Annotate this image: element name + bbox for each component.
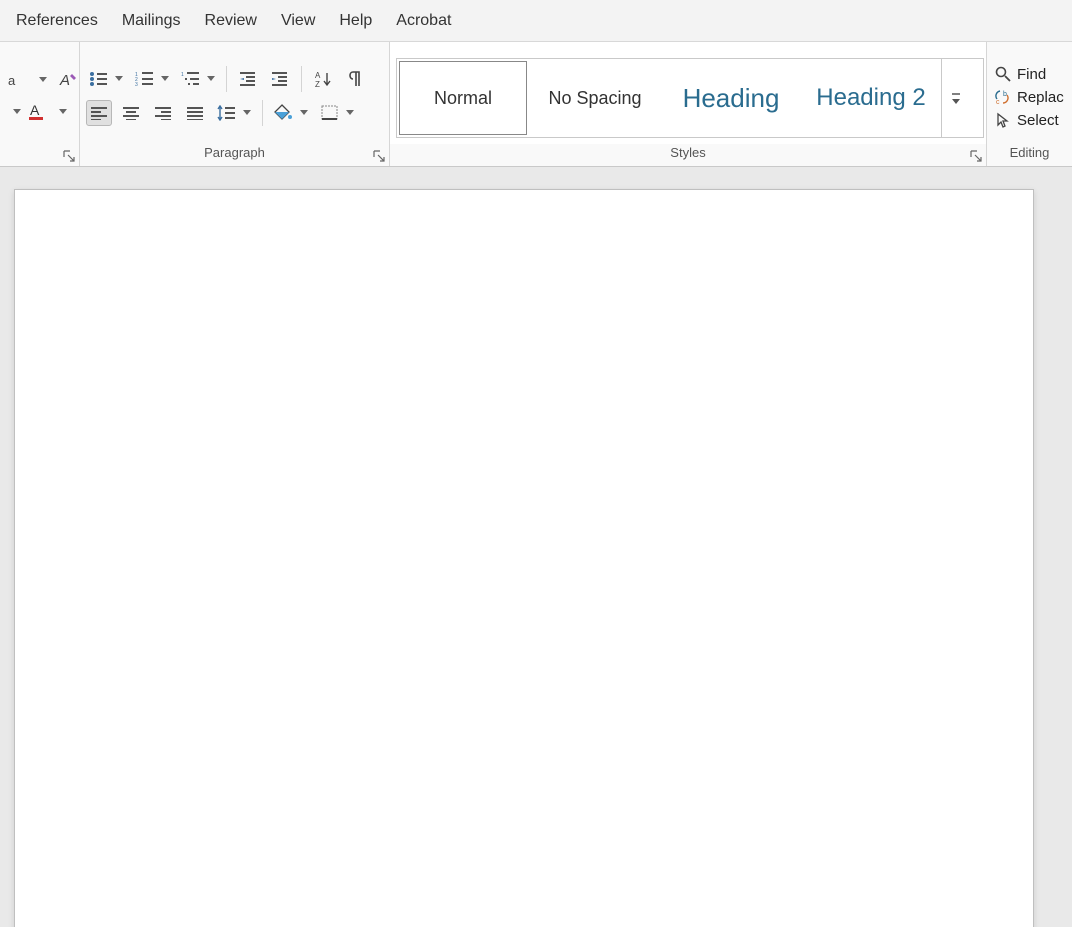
font-color-button[interactable]: A (26, 101, 48, 123)
clear-formatting-button[interactable]: A (58, 69, 80, 91)
paragraph-dialog-launcher[interactable] (373, 150, 385, 162)
editing-group-label: Editing (987, 144, 1072, 166)
tab-references[interactable]: References (4, 6, 110, 36)
replace-button[interactable]: b c Replac (995, 89, 1066, 106)
align-left-button[interactable] (86, 100, 112, 126)
svg-text:A: A (59, 72, 70, 89)
style-no-spacing[interactable]: No Spacing (529, 59, 661, 137)
bullets-button[interactable] (86, 66, 126, 92)
cursor-icon (995, 112, 1011, 128)
ribbon: a A (0, 42, 1072, 167)
separator (262, 100, 263, 126)
style-heading-1[interactable]: Heading (661, 59, 801, 137)
search-icon (995, 66, 1011, 82)
align-right-button[interactable] (150, 100, 176, 126)
justify-button[interactable] (182, 100, 208, 126)
svg-text:c: c (996, 99, 1000, 105)
svg-text:A: A (30, 102, 40, 118)
find-label: Find (1017, 66, 1046, 83)
style-normal[interactable]: Normal (399, 61, 527, 135)
svg-text:3: 3 (135, 82, 138, 87)
font-group: a A (0, 42, 80, 166)
find-button[interactable]: Find (995, 66, 1066, 83)
numbering-button[interactable]: 1 2 3 (132, 66, 172, 92)
ribbon-tabs: References Mailings Review View Help Acr… (0, 0, 1072, 42)
change-case-caret[interactable] (32, 69, 54, 91)
tab-mailings[interactable]: Mailings (110, 6, 193, 36)
svg-text:Z: Z (315, 80, 320, 88)
styles-dialog-launcher[interactable] (970, 150, 982, 162)
replace-label: Replac (1017, 89, 1064, 106)
separator (226, 66, 227, 92)
multilevel-list-button[interactable]: 1 (178, 66, 218, 92)
styles-more-button[interactable] (941, 59, 969, 137)
borders-button[interactable] (317, 100, 357, 126)
paragraph-group: 1 2 3 1 (80, 42, 390, 166)
tab-view[interactable]: View (269, 6, 327, 36)
font-color-caret-left[interactable] (12, 101, 22, 123)
styles-group-label: Styles (390, 144, 986, 166)
select-button[interactable]: Select (995, 112, 1066, 129)
font-group-label (0, 144, 79, 166)
select-label: Select (1017, 112, 1059, 129)
tab-help[interactable]: Help (327, 6, 384, 36)
line-spacing-button[interactable] (214, 100, 254, 126)
styles-group: Normal No Spacing Heading Heading 2 Styl… (390, 42, 987, 166)
increase-indent-button[interactable] (267, 66, 293, 92)
change-case-button[interactable]: a (6, 69, 28, 91)
styles-gallery: Normal No Spacing Heading Heading 2 (396, 58, 984, 138)
editing-group: Find b c Replac (987, 42, 1072, 166)
paragraph-group-label: Paragraph (80, 144, 389, 166)
svg-text:a: a (8, 73, 16, 88)
decrease-indent-button[interactable] (235, 66, 261, 92)
replace-icon: b c (995, 89, 1011, 105)
style-heading-2[interactable]: Heading 2 (801, 59, 941, 137)
tab-acrobat[interactable]: Acrobat (384, 6, 463, 36)
document-area (0, 167, 1072, 927)
align-center-button[interactable] (118, 100, 144, 126)
svg-text:b: b (1003, 91, 1007, 98)
document-page[interactable] (14, 189, 1034, 927)
svg-text:1: 1 (181, 72, 184, 78)
svg-text:A: A (315, 71, 321, 80)
shading-button[interactable] (271, 100, 311, 126)
sort-button[interactable]: A Z (310, 66, 336, 92)
show-hide-marks-button[interactable] (342, 66, 368, 92)
separator (301, 66, 302, 92)
font-dialog-launcher[interactable] (63, 150, 75, 162)
tab-review[interactable]: Review (193, 6, 269, 36)
font-color-caret[interactable] (52, 101, 74, 123)
